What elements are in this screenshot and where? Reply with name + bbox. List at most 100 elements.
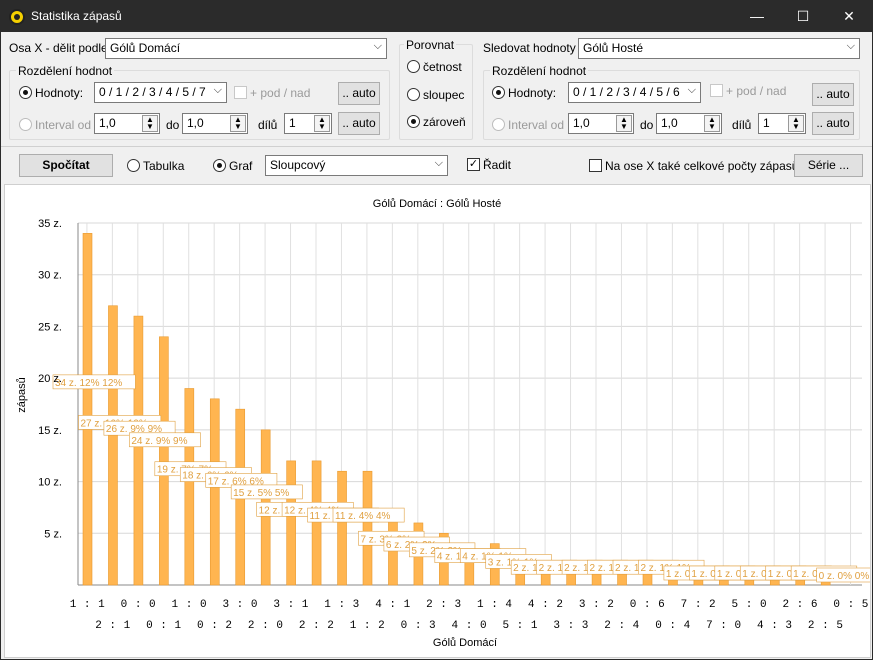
x-tick-label: 1 : 3	[324, 599, 360, 611]
left-to-input[interactable]: 1,0 ▲ ▼	[182, 113, 248, 134]
right-from-input[interactable]: 1,0 ▲ ▼	[568, 113, 634, 134]
bar	[108, 305, 118, 586]
x-tick-label: 7 : 0	[706, 620, 742, 632]
compare-column-radio[interactable]	[407, 88, 420, 101]
x-tick-label: 3 : 1	[273, 599, 309, 611]
compute-button[interactable]: Spočítat	[19, 154, 113, 177]
minimize-button[interactable]: —	[734, 1, 780, 32]
x-tick-label: 5 : 1	[502, 620, 538, 632]
left-parts-label: dílů	[258, 118, 278, 132]
graph-type-select[interactable]: Sloupcový ⌵	[265, 155, 448, 176]
track-values-select[interactable]: Gólů Hosté ⌵	[578, 38, 860, 59]
spinner-arrows-icon[interactable]: ▲ ▼	[142, 115, 158, 132]
x-tick-label: 0 : 1	[146, 620, 182, 632]
x-tick-label: 2 : 5	[808, 620, 844, 632]
x-tick-label: 2 : 4	[604, 620, 640, 632]
chart-title: Gólů Domácí : Gólů Hosté	[373, 198, 501, 210]
spinner-arrows-icon[interactable]: ▲ ▼	[788, 115, 804, 132]
x-tick-label: 1 : 1	[70, 599, 106, 611]
compare-column-label: sloupec	[423, 88, 465, 102]
bar-label-text: 15 z. 5% 5%	[233, 488, 289, 499]
y-tick-label: 30 z.	[38, 270, 62, 282]
left-auto-button[interactable]: .. auto	[338, 82, 380, 105]
compare-both-label: zároveň	[423, 115, 466, 129]
x-tick-label: 0 : 0	[121, 599, 157, 611]
x-tick-label: 2 : 1	[95, 620, 131, 632]
y-tick-label: 20 z.	[38, 373, 62, 385]
left-from-value: 1,0	[99, 116, 116, 130]
bar-label-text: 24 z. 9% 9%	[131, 436, 187, 447]
close-button[interactable]: ✕	[826, 1, 872, 32]
right-auto-button[interactable]: .. auto	[812, 83, 854, 106]
left-values-select[interactable]: 0 / 1 / 2 / 3 / 4 / 5 / 7 ⌵	[94, 82, 227, 103]
bar-data-label: 24 z. 9% 9%	[129, 432, 201, 448]
spinner-arrows-icon[interactable]: ▲ ▼	[704, 115, 720, 132]
left-podnad-checkbox[interactable]	[234, 86, 247, 99]
right-parts-input[interactable]: 1 ▲ ▼	[758, 113, 806, 134]
left-values-radio[interactable]	[19, 86, 32, 99]
right-values-radio[interactable]	[492, 86, 505, 99]
right-podnad-label: + pod / nad	[726, 84, 787, 98]
bar-data-label: 34 z. 12% 12%	[52, 374, 136, 390]
left-parts-value: 1	[289, 116, 296, 130]
app-logo-icon	[9, 9, 25, 25]
right-values-label: Hodnoty:	[508, 86, 557, 100]
chevron-down-icon: ⌵	[687, 84, 696, 96]
bar	[362, 470, 373, 586]
chart-panel: Gólů Domácí : Gólů Hosté Gólů Domácí záp…	[4, 184, 873, 658]
graph-radio[interactable]	[213, 159, 226, 172]
group-title: Rozdělení hodnot	[16, 64, 115, 78]
x-tick-label: 2 : 6	[782, 599, 818, 611]
left-podnad-label: + pod / nad	[250, 86, 311, 100]
left-interval-label: Interval od	[35, 118, 92, 132]
graph-type-value: Sloupcový	[270, 158, 326, 172]
totals-checkbox[interactable]	[589, 159, 602, 172]
bar	[133, 315, 144, 586]
left-parts-input[interactable]: 1 ▲ ▼	[284, 113, 332, 134]
track-values-value: Gólů Hosté	[583, 41, 644, 55]
bar-data-label: 15 z. 5% 5%	[230, 484, 303, 500]
x-tick-label: 4 : 3	[757, 620, 793, 632]
left-from-input[interactable]: 1,0 ▲ ▼	[94, 113, 160, 134]
bar-chart: Gólů Domácí : Gólů Hosté Gólů Domácí záp…	[16, 198, 873, 649]
y-tick-label: 15 z.	[38, 425, 62, 437]
axis-x-value: Gólů Domácí	[110, 41, 181, 55]
bar	[209, 398, 220, 586]
axis-x-select[interactable]: Gólů Domácí ⌵	[105, 38, 387, 59]
right-to-input[interactable]: 1,0 ▲ ▼	[656, 113, 722, 134]
left-auto2-button[interactable]: .. auto	[338, 112, 380, 135]
right-interval-radio[interactable]	[492, 118, 505, 131]
right-to-value: 1,0	[661, 116, 678, 130]
right-podnad-checkbox[interactable]	[710, 84, 723, 97]
x-tick-label: 0 : 2	[197, 620, 233, 632]
y-tick-label: 35 z.	[38, 218, 62, 230]
x-tick-label: 2 : 3	[426, 599, 462, 611]
chevron-down-icon: ⌵	[213, 84, 222, 96]
y-tick-label: 25 z.	[38, 321, 62, 333]
spinner-arrows-icon[interactable]: ▲ ▼	[314, 115, 330, 132]
sort-checkbox[interactable]: ✓	[467, 158, 480, 171]
maximize-button[interactable]: ☐	[780, 1, 826, 32]
chevron-down-icon: ⌵	[434, 157, 443, 169]
compare-both-radio[interactable]	[407, 115, 420, 128]
x-tick-label: 7 : 2	[681, 599, 717, 611]
x-axis-label: Gólů Domácí	[433, 637, 497, 649]
compare-frequency-label: četnost	[423, 60, 462, 74]
right-auto2-button[interactable]: .. auto	[812, 112, 854, 135]
x-tick-label: 4 : 2	[528, 599, 564, 611]
right-values-select[interactable]: 0 / 1 / 2 / 3 / 4 / 5 / 6 ⌵	[568, 82, 701, 103]
y-tick-label: 10 z.	[38, 477, 62, 489]
left-to-value: 1,0	[187, 116, 204, 130]
left-interval-radio[interactable]	[19, 118, 32, 131]
spinner-arrows-icon[interactable]: ▲ ▼	[616, 115, 632, 132]
right-from-value: 1,0	[573, 116, 590, 130]
table-label: Tabulka	[143, 159, 185, 173]
bar-data-label: 11 z. 4% 4%	[332, 507, 405, 523]
statistics-window: Statistika zápasů — ☐ ✕ Osa X - dělit po…	[0, 0, 873, 660]
right-to-label: do	[640, 118, 654, 132]
compare-frequency-radio[interactable]	[407, 60, 420, 73]
series-button[interactable]: Série ...	[794, 154, 863, 177]
table-radio[interactable]	[127, 159, 140, 172]
spinner-arrows-icon[interactable]: ▲ ▼	[230, 115, 246, 132]
x-tick-label: 5 : 0	[732, 599, 768, 611]
